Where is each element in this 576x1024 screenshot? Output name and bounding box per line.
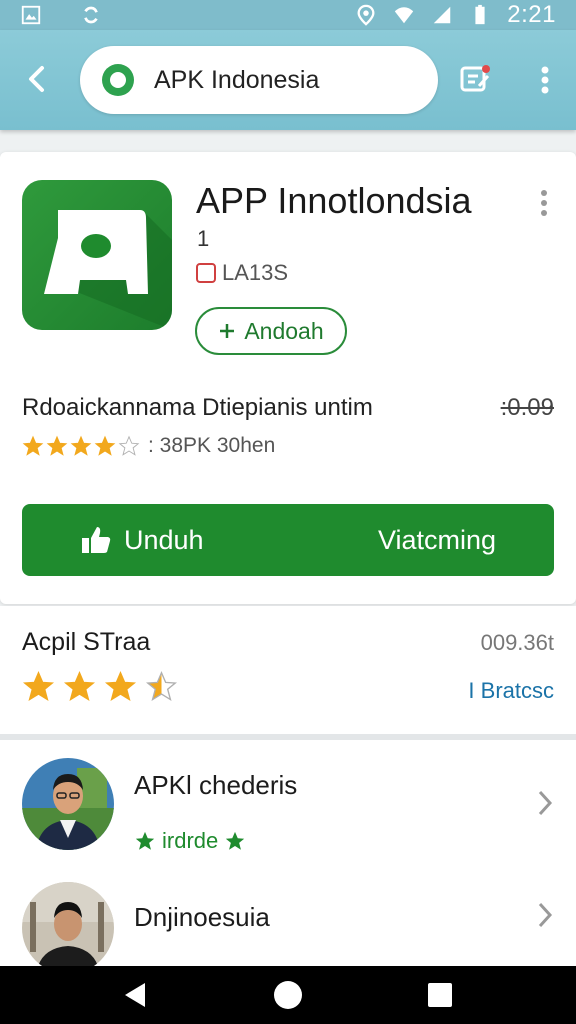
star-icon	[226, 831, 245, 850]
app-title: APP Innotlondsia	[196, 180, 472, 221]
rating-section-title: Acpil STraa	[22, 628, 151, 656]
chevron-right-icon	[538, 902, 553, 928]
list-item-title: Dnjinoesuia	[134, 902, 270, 932]
rating-stars	[22, 435, 140, 457]
star-icon	[104, 671, 137, 702]
star-icon	[118, 435, 140, 456]
star-icon	[94, 435, 116, 456]
app-logo-icon	[102, 64, 134, 96]
status-time: 2:21	[507, 1, 556, 28]
rating-section-count: 009.36t	[480, 630, 554, 655]
gallery-icon	[21, 5, 41, 25]
chevron-right-icon	[538, 790, 553, 816]
signal-icon	[434, 6, 451, 24]
search-box[interactable]: APK Indonesia	[80, 46, 438, 114]
download-button[interactable]: Unduh Viatcming	[22, 504, 554, 576]
list-item-title: APKl chederis	[134, 770, 298, 800]
size-row: LA13S	[196, 260, 288, 286]
star-icon	[145, 671, 178, 702]
rating-text: : 38PK 30hen	[148, 434, 276, 457]
app-bar: APK Indonesia	[0, 30, 576, 130]
description-row: Rdoaickannama Dtiepianis untim :0.09	[22, 394, 554, 422]
battery-icon	[475, 4, 485, 25]
navigation-bar	[0, 966, 576, 1024]
more-vert-icon[interactable]	[533, 64, 557, 96]
thumbs-up-icon	[82, 527, 111, 553]
edit-note-icon[interactable]	[458, 62, 492, 96]
status-bar: 2:21	[0, 0, 576, 30]
star-icon	[22, 435, 44, 456]
list-item[interactable]: APKl chederis irdrde	[0, 758, 576, 878]
install-label: Andoah	[244, 317, 324, 344]
home-circle-icon[interactable]	[273, 980, 303, 1010]
wifi-icon	[395, 7, 414, 24]
rating-section-link[interactable]: I Bratcsc	[468, 678, 554, 704]
avatar	[22, 758, 114, 850]
app-card: APP Innotlondsia 1 LA13S Andoah Rdoaicka…	[0, 152, 576, 604]
recents-square-icon[interactable]	[425, 980, 455, 1010]
star-icon	[135, 831, 155, 850]
card-more-icon[interactable]	[536, 188, 552, 218]
star-icon	[22, 671, 55, 702]
download-secondary-label: Viatcming	[377, 524, 496, 555]
list-item[interactable]: Dnjinoesuia	[0, 882, 576, 966]
back-triangle-icon[interactable]	[121, 980, 151, 1010]
app-description: Rdoaickannama Dtiepianis untim	[22, 394, 373, 421]
rating-section-stars	[22, 670, 178, 703]
rating-section: Acpil STraa 009.36t I Bratcsc	[0, 606, 576, 734]
sync-icon	[84, 6, 98, 24]
rating-row: : 38PK 30hen	[22, 434, 275, 458]
star-icon	[63, 671, 96, 702]
app-icon[interactable]	[22, 180, 172, 330]
avatar	[22, 882, 114, 966]
search-text: APK Indonesia	[154, 65, 320, 94]
app-logo-graphic	[44, 210, 172, 330]
app-price: :0.09	[500, 394, 554, 421]
install-pill-button[interactable]: Andoah	[195, 307, 347, 355]
size-icon	[196, 263, 216, 283]
download-label: Unduh	[124, 524, 204, 555]
text-cursor: 1	[197, 226, 210, 251]
star-icon	[70, 435, 92, 456]
plus-icon	[220, 324, 235, 338]
location-icon	[357, 4, 375, 26]
star-icon	[46, 435, 68, 456]
developer-list: APKl chederis irdrde Dnjinoesuia	[0, 740, 576, 966]
list-item-subtitle-text: irdrde	[162, 828, 219, 853]
list-item-subtitle: irdrde	[134, 828, 246, 854]
back-arrow-icon[interactable]	[22, 64, 52, 94]
app-size: LA13S	[222, 260, 289, 285]
